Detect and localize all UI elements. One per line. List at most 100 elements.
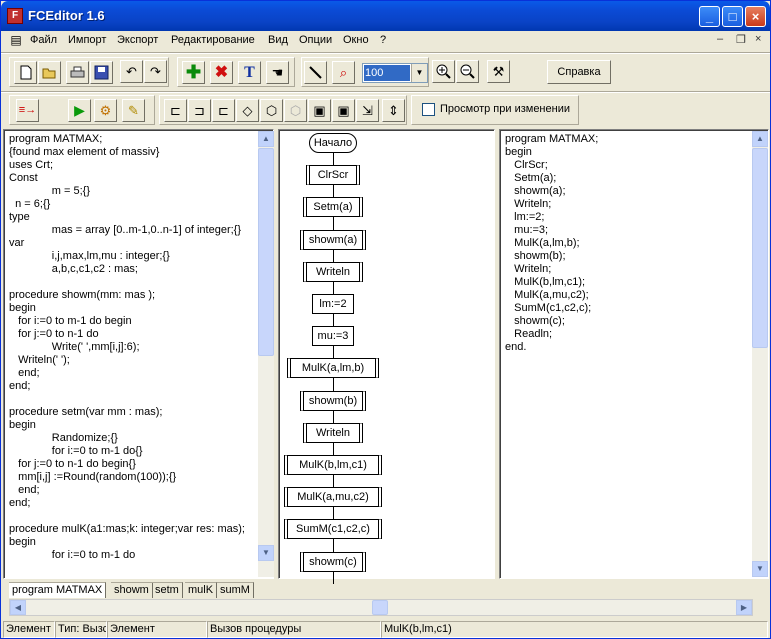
- mdi-restore-icon[interactable]: ❐: [736, 33, 746, 46]
- shape-disabled-icon: ⬡: [284, 99, 307, 122]
- flowchart-node[interactable]: showm(c): [299, 551, 367, 572]
- flowchart-connector: [333, 249, 334, 262]
- run-icon[interactable]: ▶: [68, 99, 91, 122]
- menu-options[interactable]: Опции: [299, 34, 332, 46]
- zoom-in-icon[interactable]: [432, 60, 455, 83]
- tab-setm[interactable]: setm: [152, 582, 183, 598]
- separator: [1, 91, 770, 93]
- menu-view[interactable]: Вид: [268, 34, 288, 46]
- mdi-minimize-icon[interactable]: –: [717, 33, 723, 45]
- menu-edit[interactable]: Редактирование: [171, 34, 255, 46]
- arrow-tool-icon[interactable]: [304, 61, 327, 84]
- mdi-close-icon[interactable]: ×: [755, 33, 761, 45]
- flowchart-node[interactable]: Setm(a): [302, 197, 364, 218]
- shape-loop-icon[interactable]: ⬡: [260, 99, 283, 122]
- zoom-select[interactable]: 100 ▼: [362, 63, 428, 83]
- scroll-thumb[interactable]: [372, 600, 388, 615]
- flowchart-connector: [333, 314, 334, 327]
- flowchart-connector: [333, 346, 334, 359]
- horizontal-scrollbar[interactable]: ◀ ▶: [9, 599, 753, 616]
- flowchart-pane[interactable]: Начало ClrScr Setm(a) showm(a) Writeln lm:=2 m…: [278, 129, 495, 584]
- swap-icon[interactable]: ⇕: [382, 99, 405, 122]
- scroll-up-icon[interactable]: ▲: [258, 131, 274, 147]
- tab-showm[interactable]: showm: [111, 582, 153, 598]
- scroll-down-icon[interactable]: ▼: [752, 561, 768, 577]
- document-icon[interactable]: ▤: [9, 33, 23, 47]
- add-element-icon[interactable]: ✚: [182, 61, 205, 84]
- scroll-thumb[interactable]: [258, 148, 274, 356]
- zoom-buttons: [431, 57, 487, 87]
- flowchart-node[interactable]: showm(a): [299, 229, 367, 250]
- flowchart-node[interactable]: MulK(a,mu,c2): [284, 487, 382, 508]
- result-code[interactable]: program MATMAX; begin ClrScr; Setm(a); s…: [505, 133, 598, 354]
- tab-mulk[interactable]: mulK: [185, 582, 218, 598]
- scroll-right-icon[interactable]: ▶: [736, 600, 752, 615]
- shape-block-icon[interactable]: ▣: [332, 99, 355, 122]
- menu-bar: ▤ Файл Импорт Экспорт Редактирование Вид…: [1, 31, 770, 51]
- preview-label: Просмотр при изменении: [440, 103, 570, 115]
- result-scrollbar[interactable]: ▲ ▼: [752, 131, 768, 577]
- hand-icon[interactable]: ☚: [266, 61, 289, 84]
- flowchart-node[interactable]: lm:=2: [312, 294, 354, 314]
- flowchart-connector: [333, 153, 334, 166]
- menu-import[interactable]: Импорт: [68, 34, 106, 46]
- tab-summ[interactable]: sumM: [217, 582, 254, 598]
- menu-help[interactable]: ?: [380, 34, 386, 46]
- close-button[interactable]: ×: [745, 6, 766, 27]
- menu-file[interactable]: Файл: [30, 34, 57, 46]
- shape-output-icon[interactable]: ⊏: [212, 99, 235, 122]
- flowchart-node[interactable]: Writeln: [302, 261, 364, 282]
- edit-file-icon[interactable]: ✎: [122, 99, 145, 122]
- shape-process-icon[interactable]: ⊏: [164, 99, 187, 122]
- flowchart-node[interactable]: SumM(c1,c2,c): [284, 519, 382, 540]
- app-icon: F: [7, 8, 23, 24]
- print-button[interactable]: [66, 61, 89, 84]
- text-icon[interactable]: T: [238, 61, 261, 84]
- flowchart-node[interactable]: Writeln: [302, 422, 364, 443]
- edit-toolbar: ✚ ✖ T ☚: [177, 57, 295, 87]
- menu-export[interactable]: Экспорт: [117, 34, 158, 46]
- scroll-up-icon[interactable]: ▲: [752, 131, 768, 147]
- chevron-down-icon[interactable]: ▼: [411, 64, 427, 82]
- flowchart-node[interactable]: Начало: [309, 133, 357, 153]
- tab-program[interactable]: program MATMAX: [9, 582, 107, 598]
- open-button[interactable]: [38, 61, 61, 84]
- new-button[interactable]: [14, 61, 37, 84]
- source-scrollbar[interactable]: ▲ ▼: [258, 131, 274, 577]
- build-icon[interactable]: ⚙: [94, 99, 117, 122]
- scroll-thumb[interactable]: [752, 148, 768, 348]
- undo-button[interactable]: ↶: [120, 60, 143, 83]
- delete-element-icon[interactable]: ✖: [210, 61, 233, 84]
- flowchart-node[interactable]: ClrScr: [306, 165, 360, 186]
- shape-exit-icon[interactable]: ⇲: [356, 99, 379, 122]
- flowchart-node[interactable]: MulK(b,lm,c1): [284, 455, 382, 475]
- zoom-out-icon[interactable]: [456, 60, 479, 83]
- save-button[interactable]: [90, 61, 113, 84]
- tools-icon[interactable]: ⚒: [487, 60, 510, 83]
- scroll-left-icon[interactable]: ◀: [10, 600, 26, 615]
- source-code-pane[interactable]: program MATMAX; {found max element of ma…: [3, 129, 274, 579]
- convert-icon[interactable]: ≡→: [16, 99, 39, 122]
- result-pane[interactable]: program MATMAX; begin ClrScr; Setm(a); s…: [499, 129, 769, 579]
- app-window: F FCEditor 1.6 _ □ × ▤ Файл Импорт Экспо…: [0, 0, 771, 639]
- shape-input-icon[interactable]: ⊐: [188, 99, 211, 122]
- redo-button[interactable]: ↷: [144, 60, 167, 83]
- title-bar[interactable]: F FCEditor 1.6 _ □ ×: [1, 1, 770, 31]
- flowchart-node[interactable]: showm(b): [299, 390, 367, 411]
- status-value: MulK(b,lm,c1): [381, 621, 768, 638]
- help-button[interactable]: Справка: [547, 60, 611, 84]
- flowchart-node[interactable]: MulK(a,lm,b): [287, 358, 379, 379]
- flowchart-connector: [333, 475, 334, 488]
- shape-call-icon[interactable]: ▣: [308, 99, 331, 122]
- shape-decision-icon[interactable]: ◇: [236, 99, 259, 122]
- minimize-button[interactable]: _: [699, 6, 720, 27]
- scroll-down-icon[interactable]: ▼: [258, 545, 274, 561]
- tools-toolbar: ⚒: [487, 57, 517, 87]
- menu-window[interactable]: Окно: [343, 34, 369, 46]
- maximize-button[interactable]: □: [722, 6, 743, 27]
- source-code[interactable]: program MATMAX; {found max element of ma…: [9, 133, 245, 562]
- flowchart-node[interactable]: mu:=3: [312, 326, 354, 347]
- flowchart-connector: [333, 539, 334, 552]
- preview-checkbox[interactable]: [422, 103, 435, 116]
- zoom-fit-icon[interactable]: ⌕: [332, 61, 355, 84]
